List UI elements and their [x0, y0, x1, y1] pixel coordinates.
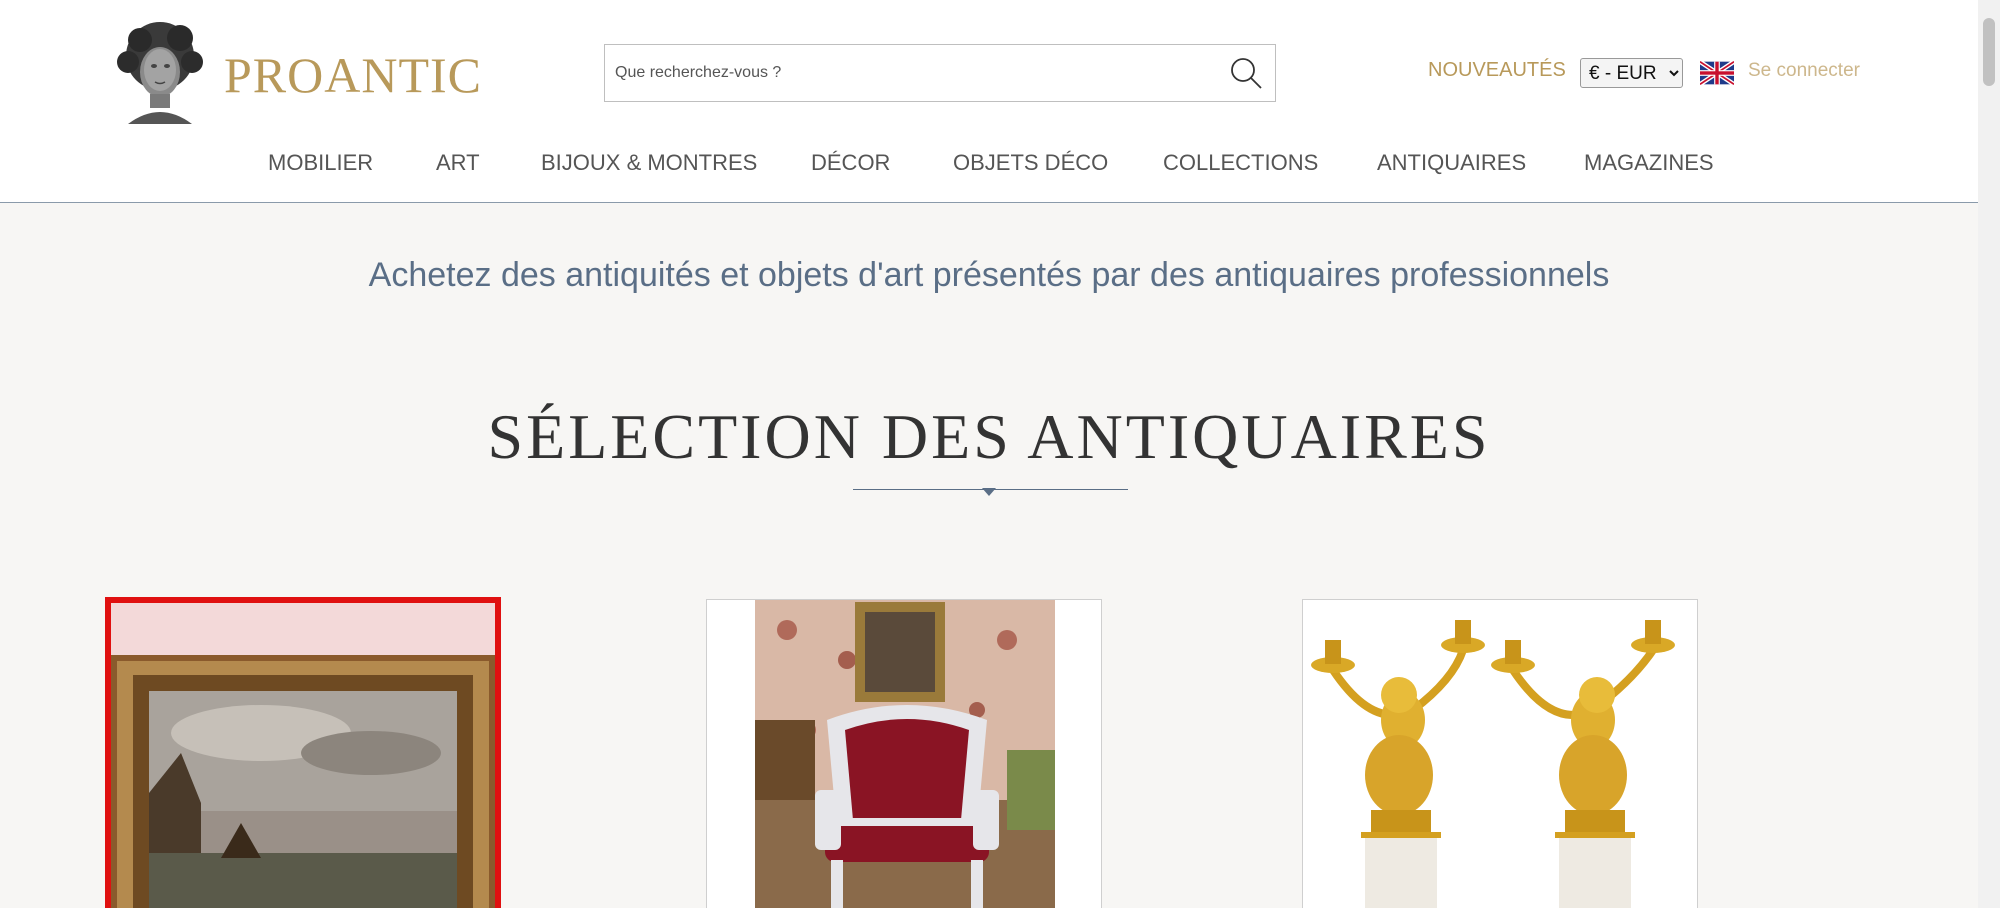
uk-flag-icon[interactable]	[1700, 60, 1734, 86]
product-card-armchair[interactable]	[706, 599, 1102, 908]
nav-item-decor[interactable]: DÉCOR	[811, 150, 890, 176]
vertical-scrollbar[interactable]	[1978, 0, 2000, 908]
nav-item-bijoux-montres[interactable]: BIJOUX & MONTRES	[541, 150, 757, 176]
brand-logo-text[interactable]: PROANTIC	[224, 46, 482, 104]
new-arrivals-link[interactable]: NOUVEAUTÉS	[1428, 59, 1566, 82]
search-input[interactable]	[615, 45, 1205, 101]
product-card-painting[interactable]	[105, 597, 501, 908]
nav-item-mobilier[interactable]: MOBILIER	[268, 150, 373, 176]
search-box	[604, 44, 1276, 102]
currency-select[interactable]: € - EUR	[1580, 58, 1683, 88]
main-nav: MOBILIER ART BIJOUX & MONTRES DÉCOR OBJE…	[0, 150, 1978, 180]
nav-item-art[interactable]: ART	[436, 150, 480, 176]
nav-item-objets-deco[interactable]: OBJETS DÉCO	[953, 150, 1108, 176]
scrollbar-thumb[interactable]	[1983, 18, 1995, 86]
nav-item-magazines[interactable]: MAGAZINES	[1584, 150, 1714, 176]
nav-item-antiquaires[interactable]: ANTIQUAIRES	[1377, 150, 1526, 176]
page-tagline: Achetez des antiquités et objets d'art p…	[368, 256, 1610, 294]
nav-item-collections[interactable]: COLLECTIONS	[1163, 150, 1318, 176]
logo-bust-icon[interactable]	[110, 20, 210, 124]
candelabra-image	[1303, 600, 1697, 908]
painting-image	[111, 603, 495, 908]
search-button[interactable]	[1227, 55, 1265, 93]
armchair-image	[707, 600, 1101, 908]
login-link[interactable]: Se connecter	[1748, 60, 1860, 82]
product-card-candelabra[interactable]	[1302, 599, 1698, 908]
site-header: PROANTIC NOUVEAUTÉS € - EUR Se connecter…	[0, 0, 1978, 203]
title-divider-diamond	[982, 488, 996, 496]
search-icon	[1231, 57, 1262, 89]
section-title: SÉLECTION DES ANTIQUAIRES	[487, 401, 1491, 472]
